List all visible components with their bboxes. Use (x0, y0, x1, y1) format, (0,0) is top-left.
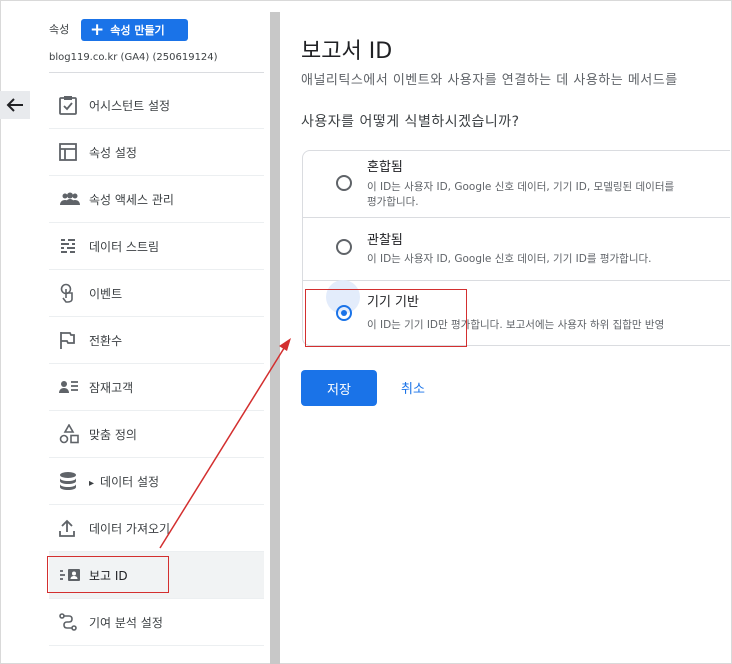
expand-arrow-icon: ▸ (89, 477, 95, 489)
save-button[interactable]: 저장 (301, 370, 377, 406)
sidebar-item-attribution-settings[interactable]: 기여 분석 설정 (49, 599, 264, 646)
property-selector[interactable]: blog119.co.kr (GA4) (250619124) (49, 52, 218, 63)
divider (303, 217, 730, 218)
radio-button[interactable] (336, 239, 352, 255)
highlight-box (305, 289, 467, 347)
sidebar-item-label: 기여 분석 설정 (89, 615, 163, 630)
plus-icon: + (90, 19, 105, 40)
option-desc-line2: 평가합니다. (367, 196, 419, 208)
upload-icon (59, 519, 75, 537)
sidebar-item-access-management[interactable]: 속성 액세스 관리 (49, 176, 264, 223)
option-desc-line1: 이 ID는 사용자 ID, Google 신호 데이터, 기기 ID, 모델링된… (367, 181, 675, 193)
arrow-left-icon (6, 98, 23, 112)
people-icon (60, 192, 80, 205)
sidebar-item-label: 맞춤 정의 (89, 427, 137, 442)
sidebar-item-label: 속성 설정 (89, 145, 137, 160)
sidebar-item-label: 이벤트 (89, 286, 123, 301)
database-icon (60, 472, 76, 490)
sidebar-item-audiences[interactable]: 잠재고객 (49, 364, 264, 411)
sidebar-item-property-settings[interactable]: 속성 설정 (49, 129, 264, 176)
sidebar-item-label: 속성 액세스 관리 (89, 192, 174, 207)
page-title: 보고서 ID (301, 39, 393, 64)
property-label: 속성 (49, 23, 70, 36)
page-description: 애널리틱스에서 이벤트와 사용자를 연결하는 데 사용하는 메서드를 (301, 73, 678, 88)
stream-icon (61, 239, 75, 253)
admin-sidebar: 속성 + 속성 만들기 blog119.co.kr (GA4) (2506191… (0, 0, 270, 664)
sidebar-item-label: 전환수 (89, 333, 123, 348)
attribution-icon (59, 613, 77, 631)
option-name: 혼합됨 (367, 160, 403, 175)
create-property-label: 속성 만들기 (110, 24, 165, 37)
option-name: 관찰됨 (367, 233, 403, 248)
option-desc-line1: 이 ID는 사용자 ID, Google 신호 데이터, 기기 ID를 평가합니… (367, 253, 652, 265)
sidebar-item-data-import[interactable]: 데이터 가져오기 (49, 505, 264, 552)
touch-icon (60, 283, 73, 303)
sidebar-item-custom-definitions[interactable]: 맞춤 정의 (49, 411, 264, 458)
highlight-box (47, 556, 169, 593)
shapes-icon (59, 424, 79, 444)
sidebar-item-label: 데이터 스트림 (89, 239, 160, 254)
radio-button[interactable] (336, 175, 352, 191)
data-settings-text: 데이터 설정 (100, 474, 160, 489)
flag-icon (60, 332, 75, 349)
sidebar-item-setup-assistant[interactable]: 어시스턴트 설정 (49, 82, 264, 129)
sidebar-item-data-streams[interactable]: 데이터 스트림 (49, 223, 264, 270)
sidebar-item-label: 데이터 가져오기 (89, 521, 171, 536)
question-heading: 사용자를 어떻게 식별하시겠습니까? (301, 114, 520, 130)
create-property-button[interactable]: + 속성 만들기 (81, 19, 188, 41)
sidebar-item-label: 잠재고객 (89, 380, 134, 395)
sidebar-item-data-settings[interactable]: ▸ 데이터 설정 (49, 458, 264, 505)
sidebar-item-conversions[interactable]: 전환수 (49, 317, 264, 364)
layout-icon (59, 143, 77, 161)
sidebar-item-label: 어시스턴트 설정 (89, 98, 171, 113)
sidebar-item-events[interactable]: 이벤트 (49, 270, 264, 317)
back-button[interactable] (0, 91, 30, 119)
divider (303, 280, 730, 281)
sidebar-item-label: ▸ 데이터 설정 (89, 473, 159, 490)
audience-icon (59, 381, 78, 393)
main-content: 보고서 ID 애널리틱스에서 이벤트와 사용자를 연결하는 데 사용하는 메서드… (281, 0, 730, 662)
sidebar-scrollbar[interactable] (270, 12, 280, 664)
cancel-button[interactable]: 취소 (401, 378, 425, 397)
checklist-icon (59, 96, 77, 115)
divider (49, 72, 264, 73)
